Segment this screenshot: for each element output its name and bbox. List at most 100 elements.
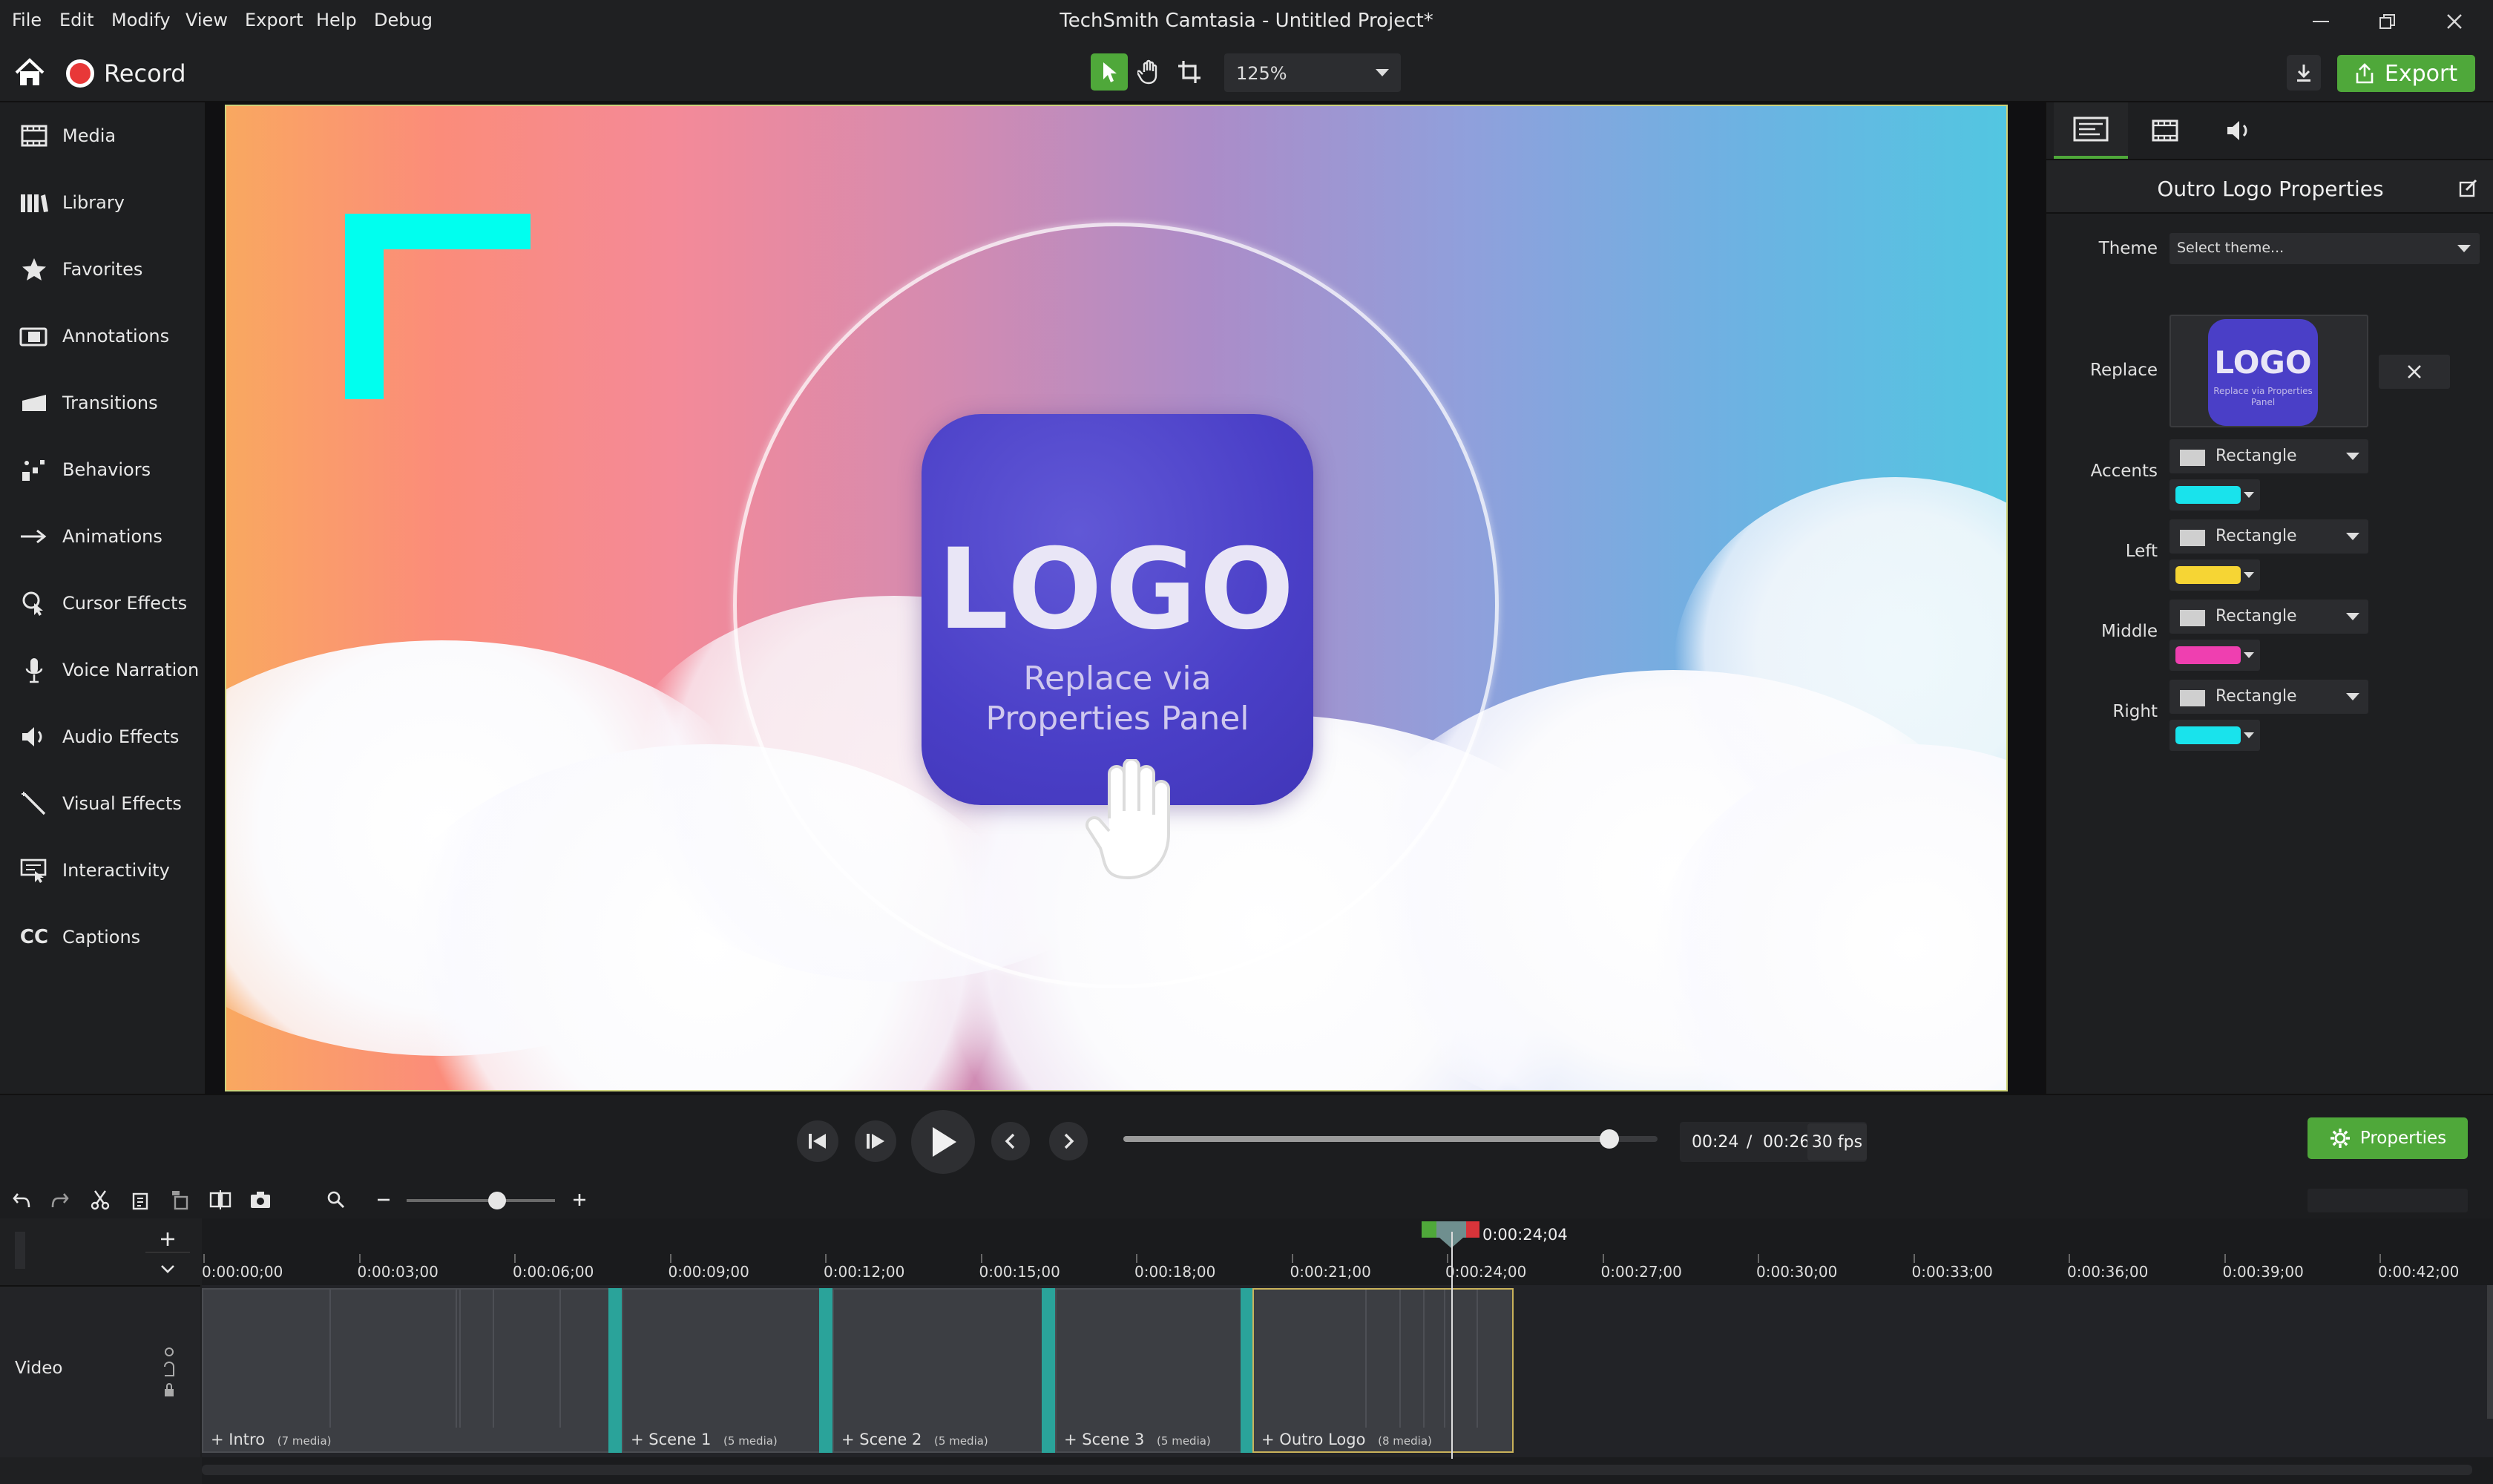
video-track[interactable]: + Intro (7 media) + Scene 1 (5 media) + … xyxy=(202,1285,2493,1457)
paste-icon[interactable] xyxy=(168,1189,193,1211)
snapshot-icon[interactable] xyxy=(248,1189,273,1211)
play-button[interactable] xyxy=(911,1110,975,1174)
menu-debug[interactable]: Debug xyxy=(374,10,433,30)
clip-scene-3[interactable]: + Scene 3 (5 media) xyxy=(1055,1288,1245,1453)
next-marker-button[interactable] xyxy=(1049,1122,1088,1160)
select-tool-icon[interactable] xyxy=(1091,53,1128,91)
scrubber-handle[interactable] xyxy=(1600,1129,1620,1149)
split-icon[interactable] xyxy=(208,1189,233,1211)
thumbnail-text: LOGO xyxy=(2214,344,2312,381)
plus-icon: + xyxy=(1261,1431,1275,1448)
restore-icon[interactable] xyxy=(2358,4,2417,39)
step-forward-button[interactable] xyxy=(855,1120,896,1162)
transition-marker[interactable] xyxy=(1042,1288,1055,1453)
ruler-tick xyxy=(1602,1254,1604,1263)
theme-dropdown[interactable]: Select theme... xyxy=(2170,233,2480,264)
export-button[interactable]: Export xyxy=(2337,55,2475,92)
timeline-zoom-slider[interactable] xyxy=(407,1192,555,1209)
crop-icon[interactable] xyxy=(1171,53,1208,91)
timeline-overview[interactable] xyxy=(2308,1189,2468,1212)
chevron-down-icon xyxy=(2457,245,2471,252)
sidebar-item-favorites[interactable]: Favorites xyxy=(0,236,205,303)
download-icon[interactable] xyxy=(2287,55,2321,91)
sidebar-item-label: Cursor Effects xyxy=(62,593,188,614)
clip-outro-logo[interactable]: + Outro Logo (8 media) xyxy=(1252,1288,1514,1453)
sidebar-item-captions[interactable]: CC Captions xyxy=(0,904,205,971)
record-button[interactable]: Record xyxy=(104,59,186,88)
sidebar-item-interactivity[interactable]: Interactivity xyxy=(0,837,205,904)
logo-placeholder[interactable]: LOGO Replace via Properties Panel xyxy=(922,414,1313,805)
remove-media-button[interactable] xyxy=(2379,355,2450,389)
sidebar-item-library[interactable]: Library xyxy=(0,169,205,236)
scrollbar-thumb[interactable] xyxy=(202,1465,2472,1475)
middle-shape-dropdown[interactable]: Rectangle xyxy=(2170,600,2368,634)
clip-scene-2[interactable]: + Scene 2 (5 media) xyxy=(832,1288,1046,1453)
track-height-handle[interactable] xyxy=(15,1232,25,1269)
vertical-scrollbar[interactable] xyxy=(2487,1285,2493,1419)
close-icon[interactable] xyxy=(2425,4,2484,39)
cut-icon[interactable] xyxy=(88,1189,113,1211)
logo-subtitle: Replace via Properties Panel xyxy=(922,659,1313,739)
sidebar-item-media[interactable]: Media xyxy=(0,102,205,169)
pan-hand-icon[interactable] xyxy=(1131,53,1168,91)
menu-view[interactable]: View xyxy=(185,10,228,30)
left-shape-dropdown[interactable]: Rectangle xyxy=(2170,519,2368,554)
zoom-slider-handle[interactable] xyxy=(488,1192,506,1209)
sidebar-item-label: Visual Effects xyxy=(62,793,182,814)
add-track-button[interactable] xyxy=(145,1226,190,1252)
export-label: Export xyxy=(2384,60,2458,87)
sidebar-item-cursor-effects[interactable]: Cursor Effects xyxy=(0,570,205,637)
step-back-button[interactable] xyxy=(797,1120,838,1162)
clip-scene-1[interactable]: + Scene 1 (5 media) xyxy=(622,1288,828,1453)
zoom-dropdown[interactable]: 125% xyxy=(1224,53,1401,92)
sidebar-item-voice-narration[interactable]: Voice Narration xyxy=(0,637,205,703)
home-icon[interactable] xyxy=(13,58,46,88)
transition-marker[interactable] xyxy=(608,1288,622,1453)
ruler-tick xyxy=(825,1254,827,1263)
transition-marker[interactable] xyxy=(819,1288,832,1453)
replace-media-box[interactable]: LOGO Replace via Properties Panel xyxy=(2170,315,2368,427)
accents-shape-dropdown[interactable]: Rectangle xyxy=(2170,439,2368,473)
horizontal-scrollbar[interactable] xyxy=(202,1459,2493,1484)
accents-color-picker[interactable] xyxy=(2170,479,2260,510)
menu-export[interactable]: Export xyxy=(245,10,303,30)
right-shape-dropdown[interactable]: Rectangle xyxy=(2170,680,2368,714)
redo-icon[interactable] xyxy=(47,1189,73,1211)
right-color-picker[interactable] xyxy=(2170,720,2260,751)
menu-edit[interactable]: Edit xyxy=(59,10,93,30)
preview-canvas[interactable]: LOGO Replace via Properties Panel xyxy=(225,105,2008,1091)
main-toolbar: Record 125% Export xyxy=(0,43,2493,102)
minimize-icon[interactable] xyxy=(2291,4,2351,39)
playhead-line[interactable] xyxy=(1451,1232,1453,1462)
sidebar-item-animations[interactable]: Animations xyxy=(0,503,205,570)
zoom-in-icon[interactable] xyxy=(567,1189,592,1211)
left-color-picker[interactable] xyxy=(2170,559,2260,591)
timeline-ruler[interactable]: 0:00:00;00 0:00:03;00 0:00:06;00 0:00:09;00… xyxy=(202,1218,2493,1285)
collapse-tracks-button[interactable] xyxy=(145,1255,190,1282)
previous-marker-button[interactable] xyxy=(991,1122,1030,1160)
menu-modify[interactable]: Modify xyxy=(111,10,171,30)
edit-icon[interactable] xyxy=(2459,178,2478,197)
sidebar-item-annotations[interactable]: Annotations xyxy=(0,303,205,370)
copy-icon[interactable] xyxy=(128,1189,153,1211)
sidebar-item-visual-effects[interactable]: Visual Effects xyxy=(0,770,205,837)
tab-audio-properties[interactable] xyxy=(2202,102,2276,159)
track-lock-icon[interactable] xyxy=(162,1346,177,1405)
clip-intro[interactable]: + Intro (7 media) xyxy=(202,1288,614,1453)
middle-color-picker[interactable] xyxy=(2170,640,2260,671)
menu-file[interactable]: File xyxy=(12,10,42,30)
playback-scrubber[interactable] xyxy=(1123,1129,1658,1149)
sidebar-item-transitions[interactable]: Transitions xyxy=(0,370,205,436)
fps-badge: 30 fps xyxy=(1807,1123,1867,1160)
tab-video-properties[interactable] xyxy=(2128,102,2202,159)
middle-label: Middle xyxy=(2101,622,2158,641)
sidebar-item-behaviors[interactable]: Behaviors xyxy=(0,436,205,503)
record-icon[interactable] xyxy=(66,59,94,88)
tab-visual-properties[interactable] xyxy=(2054,102,2128,159)
undo-icon[interactable] xyxy=(9,1189,34,1211)
zoom-out-icon[interactable] xyxy=(371,1189,396,1211)
magnifier-icon[interactable] xyxy=(323,1189,349,1211)
menu-help[interactable]: Help xyxy=(316,10,357,30)
sidebar-item-audio-effects[interactable]: Audio Effects xyxy=(0,703,205,770)
properties-button[interactable]: Properties xyxy=(2308,1117,2468,1159)
